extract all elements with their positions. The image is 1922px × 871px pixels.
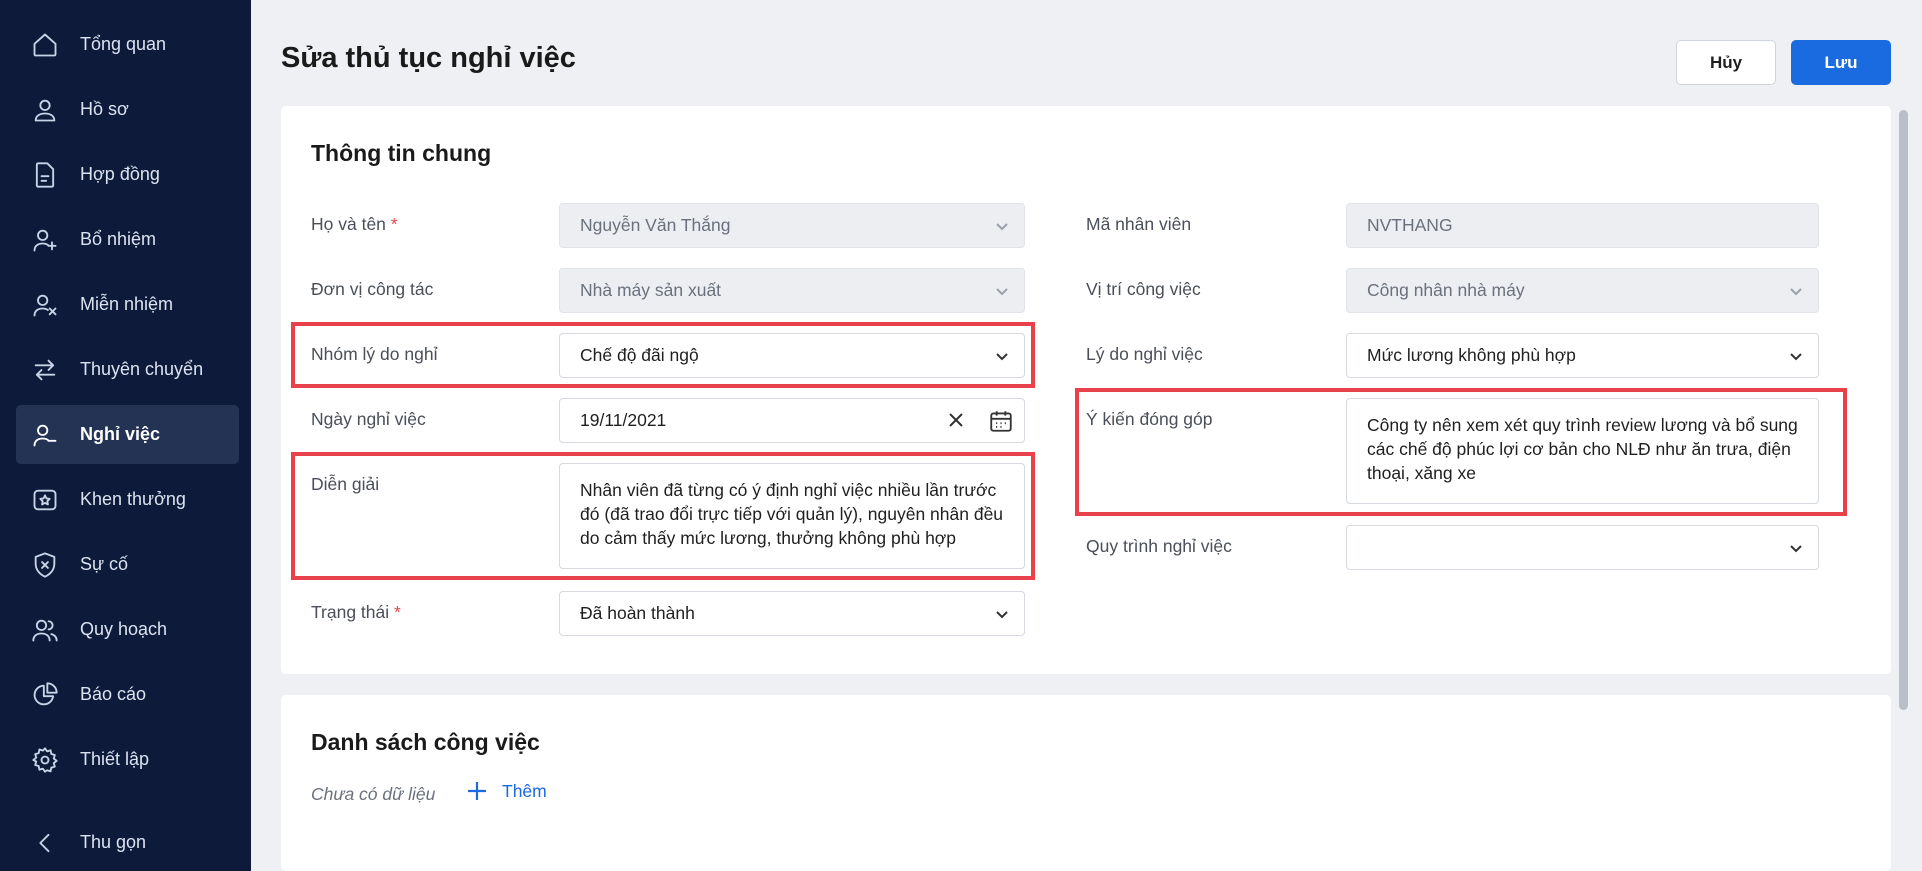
sidebar-item-label: Miễn nhiệm [80, 294, 174, 314]
chevron-down-icon [994, 606, 1010, 622]
chevron-left-icon [30, 828, 60, 858]
process-select[interactable] [1346, 525, 1819, 570]
sidebar-item-ho-so[interactable]: Hồ sơ [16, 80, 239, 139]
unit-label: Đơn vị công tác [311, 279, 434, 299]
page-title: Sửa thủ tục nghỉ việc [281, 42, 576, 74]
calendar-icon[interactable] [988, 408, 1014, 439]
sidebar-item-hop-dong[interactable]: Hợp đồng [16, 145, 239, 204]
reason-label: Lý do nghỉ việc [1086, 344, 1203, 364]
user-minus-icon [30, 420, 60, 450]
sidebar-item-label: Nghỉ việc [80, 424, 161, 444]
employee-code-input[interactable]: NVTHANG [1346, 203, 1819, 248]
user-x-icon [30, 290, 60, 320]
full-name-label: Họ và tên * [311, 214, 398, 234]
document-icon [30, 160, 60, 190]
employee-code-label: Mã nhân viên [1086, 214, 1192, 234]
sidebar-item-su-co[interactable]: Sự cố [16, 535, 239, 594]
sidebar-item-quy-hoach[interactable]: Quy hoạch [16, 600, 239, 659]
sidebar-collapse-button[interactable]: Thu gọn [16, 813, 239, 871]
full-name-select[interactable]: Nguyễn Văn Thắng [559, 203, 1025, 248]
sidebar-item-label: Sự cố [80, 554, 129, 574]
sidebar-item-thiet-lap[interactable]: Thiết lập [16, 730, 239, 789]
section-title: Danh sách công việc [311, 729, 540, 755]
user-icon [30, 95, 60, 125]
section-title: Thông tin chung [311, 140, 492, 166]
sidebar-item-label: Thiết lập [80, 749, 150, 769]
add-task-button[interactable]: Thêm [466, 780, 547, 802]
sidebar-item-label: Hồ sơ [80, 99, 129, 119]
user-plus-icon [30, 225, 60, 255]
sidebar-item-label: Hợp đồng [80, 164, 160, 184]
chevron-down-icon [994, 218, 1010, 234]
chevron-down-icon [1788, 283, 1804, 299]
collapse-label: Thu gọn [80, 832, 147, 852]
highlight-explanation [291, 452, 1035, 580]
sidebar-item-thuyen-chuyen[interactable]: Thuyên chuyển [16, 340, 239, 399]
process-label: Quy trình nghỉ việc [1086, 536, 1232, 556]
highlight-reason-group [291, 322, 1035, 388]
position-label: Vị trí công việc [1086, 279, 1201, 299]
chevron-down-icon [1788, 348, 1804, 364]
home-icon [30, 30, 60, 60]
save-button[interactable]: Lưu [1791, 40, 1891, 85]
unit-select[interactable]: Nhà máy sản xuất [559, 268, 1025, 313]
transfer-icon [30, 355, 60, 385]
position-select[interactable]: Công nhân nhà máy [1346, 268, 1819, 313]
users-icon [30, 615, 60, 645]
clear-icon[interactable] [946, 410, 966, 435]
required-mark: * [390, 214, 398, 234]
sidebar-item-mien-nhiem[interactable]: Miễn nhiệm [16, 275, 239, 334]
sidebar-item-label: Tổng quan [80, 34, 167, 54]
chevron-down-icon [1788, 540, 1804, 556]
chevron-down-icon [994, 283, 1010, 299]
sidebar-item-label: Quy hoạch [80, 619, 168, 639]
sidebar: Tổng quan Hồ sơ Hợp đồng Bổ nhiệm Miễn n… [0, 0, 251, 871]
sidebar-item-bo-nhiem[interactable]: Bổ nhiệm [16, 210, 239, 269]
status-select[interactable]: Đã hoàn thành [559, 591, 1025, 636]
leave-date-label: Ngày nghỉ việc [311, 409, 426, 429]
status-label: Trạng thái * [311, 602, 401, 622]
leave-date-input[interactable]: 19/11/2021 [559, 398, 1025, 443]
sidebar-item-tong-quan[interactable]: Tổng quan [16, 15, 239, 74]
empty-text: Chưa có dữ liệu [311, 784, 436, 804]
gear-icon [30, 745, 60, 775]
highlight-feedback [1075, 388, 1847, 516]
scrollbar[interactable] [1899, 110, 1908, 710]
sidebar-item-nghi-viec[interactable]: Nghỉ việc [16, 405, 239, 464]
sidebar-item-khen-thuong[interactable]: Khen thưởng [16, 470, 239, 529]
sidebar-item-label: Thuyên chuyển [80, 359, 204, 379]
sidebar-item-bao-cao[interactable]: Báo cáo [16, 665, 239, 724]
task-list-card: Danh sách công việc Chưa có dữ liệu Thêm [281, 695, 1891, 871]
sidebar-item-label: Khen thưởng [80, 489, 186, 509]
pie-chart-icon [30, 680, 60, 710]
required-mark: * [394, 602, 401, 622]
sidebar-item-label: Báo cáo [80, 684, 147, 704]
shield-x-icon [30, 550, 60, 580]
plus-icon [466, 780, 488, 802]
reward-icon [30, 485, 60, 515]
cancel-button[interactable]: Hủy [1676, 40, 1776, 85]
sidebar-item-label: Bổ nhiệm [80, 229, 157, 249]
reason-select[interactable]: Mức lương không phù hợp [1346, 333, 1819, 378]
